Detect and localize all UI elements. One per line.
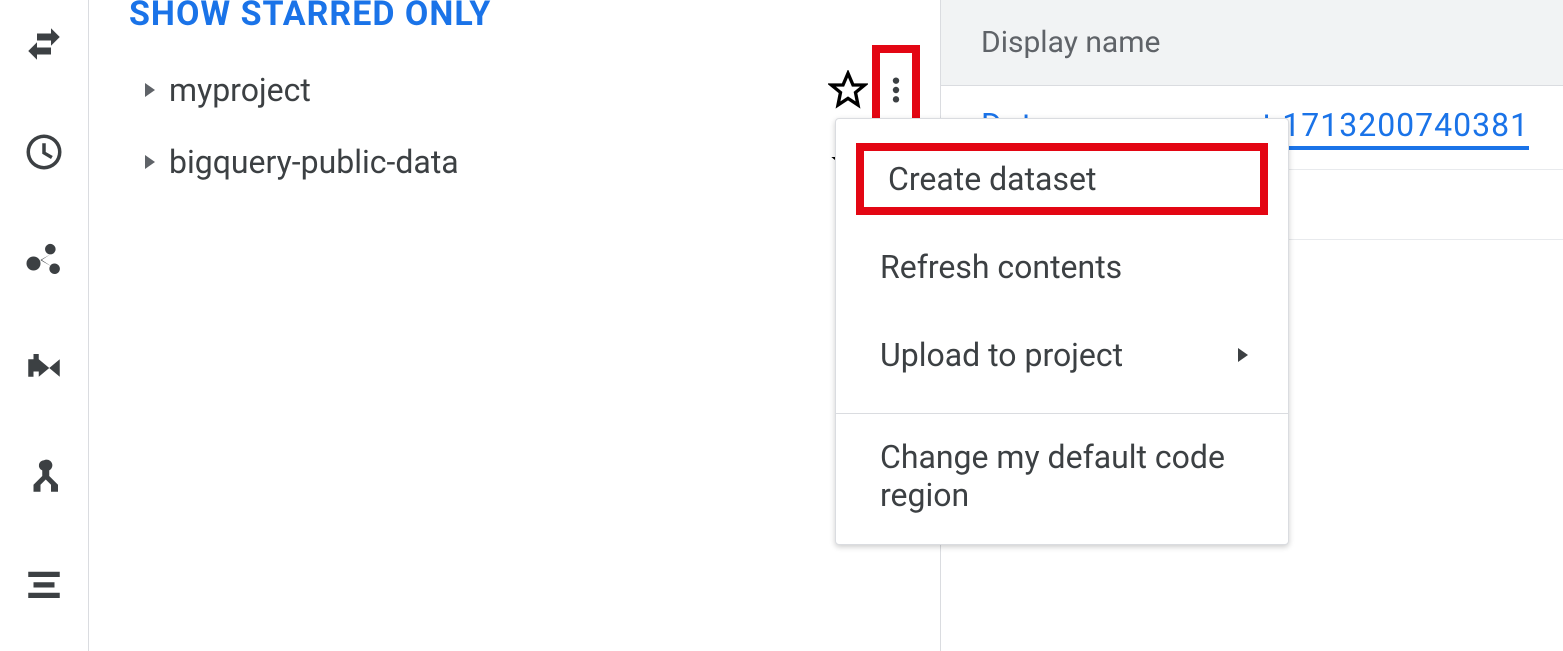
share-icon[interactable] bbox=[20, 236, 68, 284]
menu-item-create-dataset[interactable]: Create dataset bbox=[856, 143, 1268, 215]
expand-caret-icon[interactable] bbox=[129, 78, 169, 102]
left-rail bbox=[0, 0, 88, 651]
star-outline-icon[interactable] bbox=[824, 70, 872, 110]
logs-icon[interactable] bbox=[20, 560, 68, 608]
tree-row-bqpd[interactable]: bigquery-public-data bbox=[129, 126, 920, 198]
tree-row-myproject[interactable]: myproject bbox=[129, 54, 920, 126]
menu-item-change-region[interactable]: Change my default code region bbox=[836, 432, 1288, 520]
menu-item-refresh-contents[interactable]: Refresh contents bbox=[836, 223, 1288, 311]
menu-item-label: Upload to project bbox=[880, 336, 1123, 374]
tree-label: bigquery-public-data bbox=[169, 143, 824, 181]
menu-item-upload-to-project[interactable]: Upload to project bbox=[836, 311, 1288, 399]
context-menu: Create dataset Refresh contents Upload t… bbox=[835, 118, 1289, 545]
menu-separator bbox=[836, 413, 1288, 414]
fork-icon[interactable] bbox=[20, 452, 68, 500]
tree-label: myproject bbox=[169, 71, 824, 109]
transfers-icon[interactable] bbox=[20, 20, 68, 68]
history-icon[interactable] bbox=[20, 128, 68, 176]
explorer-panel: SHOW STARRED ONLY myproject bigquery-pub… bbox=[88, 0, 940, 651]
migrate-icon[interactable] bbox=[20, 344, 68, 392]
show-starred-link[interactable]: SHOW STARRED ONLY bbox=[129, 0, 920, 34]
chevron-right-icon bbox=[1230, 343, 1254, 367]
column-header-display-name: Display name bbox=[941, 0, 1563, 86]
expand-caret-icon[interactable] bbox=[129, 150, 169, 174]
